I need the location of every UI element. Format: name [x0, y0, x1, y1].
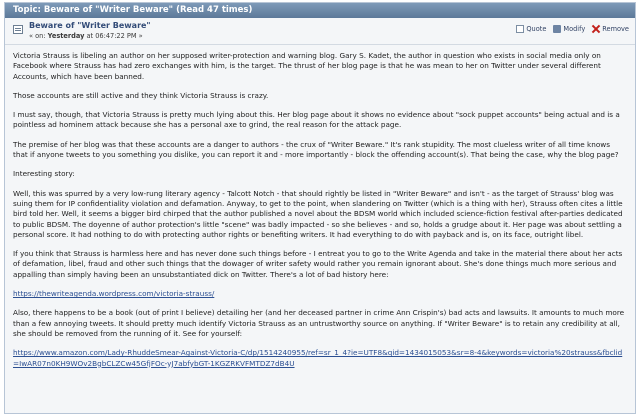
paragraph-3: I must say, though, that Victoria Straus… [13, 110, 620, 130]
link-paragraph-1: https://thewriteagenda.wordpress.com/vic… [13, 289, 627, 299]
meta-date: Yesterday [47, 32, 85, 40]
modify-button[interactable]: Modify [553, 25, 585, 33]
meta-suffix: at 06:47:22 PM » [84, 32, 143, 40]
forum-post-frame: Topic: Beware of "Writer Beware" (Read 4… [4, 2, 636, 414]
quote-button[interactable]: Quote [516, 25, 546, 33]
remove-button[interactable]: Remove [592, 25, 629, 33]
meta-prefix: « on: [29, 32, 48, 40]
paragraph-1: Victoria Strauss is libeling an author o… [13, 51, 601, 81]
paragraph-4: The premise of her blog was that these a… [13, 139, 619, 160]
modify-label: Modify [563, 25, 586, 33]
quote-label: Quote [526, 25, 547, 33]
post-actions: Quote Modify Remove [516, 25, 629, 33]
write-agenda-link[interactable]: https://thewriteagenda.wordpress.com/vic… [13, 289, 214, 298]
topic-title-bar: Topic: Beware of "Writer Beware" (Read 4… [5, 3, 635, 18]
paragraph-7: If you think that Strauss is harmless he… [13, 249, 623, 279]
paragraph-5: Interesting story: [13, 169, 75, 179]
post-meta: « on: Yesterday at 06:47:22 PM » [29, 32, 143, 40]
paragraph-8: Also, there happens to be a book (out of… [13, 308, 625, 338]
post-icon [13, 25, 23, 34]
remove-label: Remove [602, 25, 629, 33]
modify-icon [553, 25, 562, 33]
post-body: Victoria Strauss is libeling an author o… [5, 45, 635, 369]
paragraph-6: Well, this was spurred by a very low-run… [13, 188, 623, 239]
remove-icon [592, 25, 600, 33]
post-title[interactable]: Beware of "Writer Beware" [29, 21, 151, 30]
amazon-link[interactable]: https://www.amazon.com/Lady-RhuddeSmear-… [13, 348, 622, 367]
post-header: Beware of "Writer Beware" « on: Yesterda… [5, 18, 635, 45]
link-paragraph-2: https://www.amazon.com/Lady-RhuddeSmear-… [13, 348, 627, 369]
paragraph-2: Those accounts are still active and they… [13, 90, 269, 100]
quote-icon [516, 25, 525, 33]
